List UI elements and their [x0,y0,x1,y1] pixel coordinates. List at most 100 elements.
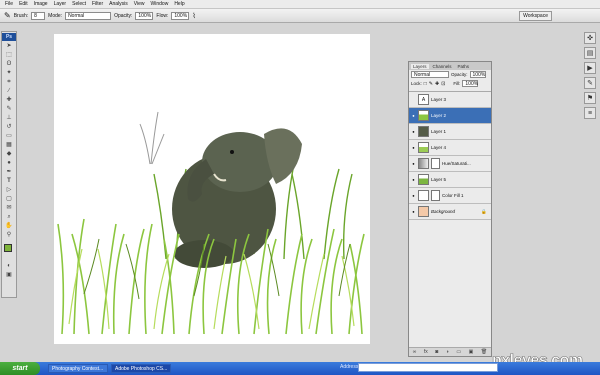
layer-name: Background [431,209,456,214]
path-select-tool-icon[interactable]: ▷ [3,186,15,195]
pen-tool-icon[interactable]: ✒ [3,168,15,177]
add-mask-icon[interactable]: ◙ [435,349,438,355]
marquee-tool-icon[interactable]: ⬚ [3,51,15,60]
address-label: Address [340,364,359,370]
tab-paths[interactable]: Paths [456,64,472,69]
menu-bar: File Edit Image Layer Select Filter Anal… [0,0,600,9]
crop-tool-icon[interactable]: ⌗ [3,78,15,87]
healing-tool-icon[interactable]: ✚ [3,96,15,105]
layer-thumbnail: A [418,94,429,105]
menu-file[interactable]: File [2,1,16,7]
lock-all-icon[interactable]: ⊡ [441,81,445,87]
airbrush-icon[interactable]: ⌇ [192,12,195,20]
gradient-tool-icon[interactable]: ▦ [3,141,15,150]
info-icon[interactable]: ≡ [584,107,596,119]
brushes-icon[interactable]: ⚑ [584,92,596,104]
menu-view[interactable]: View [131,1,148,7]
eye-icon[interactable]: ● [409,113,418,118]
layer-row[interactable]: ● Hue/Saturati... [409,156,491,172]
eraser-tool-icon[interactable]: ▭ [3,132,15,141]
taskbar: start Photography Contest... Adobe Photo… [0,362,600,375]
group-icon[interactable]: ▭ [456,349,461,355]
lock-pixels-icon[interactable]: □ [424,81,427,87]
layer-thumbnail [418,174,429,185]
document-canvas[interactable] [54,34,370,344]
layer-row-selected[interactable]: ● Layer 2 [409,108,491,124]
layer-thumbnail [418,110,429,121]
trash-icon[interactable]: 🗑 [481,349,487,355]
eyedropper-tool-icon[interactable]: ⌕ [3,213,15,222]
layer-row[interactable]: ● Background 🔒 [409,204,491,220]
eye-icon[interactable]: ● [409,145,418,150]
flow-field[interactable]: 100% [171,11,190,20]
screen-mode-icon[interactable]: ▣ [3,271,15,280]
layer-row[interactable]: ● Layer 5 [409,172,491,188]
layer-row[interactable]: A Layer 3 [409,92,491,108]
color-swatches [2,242,16,262]
opacity-field[interactable]: 100% [135,11,154,20]
navigator-icon[interactable]: ✜ [584,32,596,44]
brush-tool-icon-2[interactable]: ✎ [3,105,15,114]
lock-move-icon[interactable]: ✚ [435,81,439,87]
notes-tool-icon[interactable]: ✉ [3,204,15,213]
address-bar[interactable] [358,363,498,372]
menu-window[interactable]: Window [148,1,172,7]
quick-mask-icon[interactable]: ◐ [3,262,15,271]
panel-opacity-field[interactable]: 100% [469,71,486,78]
blend-row: Normal Opacity: 100% [409,70,491,79]
adjustment-layer-icon[interactable]: ◑ [446,349,449,355]
brush-tool-icon[interactable]: ✎ [4,11,11,20]
eye-icon[interactable]: ● [409,209,418,214]
zoom-tool-icon[interactable]: ⚲ [3,231,15,240]
slice-tool-icon[interactable]: ∕ [3,87,15,96]
lock-row: Lock: □ ✎ ✚ ⊡ Fill: 100% [409,79,491,88]
type-tool-icon[interactable]: T [3,177,15,186]
actions-icon[interactable]: ▶ [584,62,596,74]
menu-select[interactable]: Select [69,1,89,7]
stamp-tool-icon[interactable]: ⊥ [3,114,15,123]
dodge-tool-icon[interactable]: ● [3,159,15,168]
menu-help[interactable]: Help [171,1,187,7]
eye-icon[interactable]: ● [409,177,418,182]
move-tool-icon[interactable]: ➤ [3,42,15,51]
menu-filter[interactable]: Filter [89,1,106,7]
magic-wand-tool-icon[interactable]: ✦ [3,69,15,78]
layer-row[interactable]: ● Layer 4 [409,140,491,156]
eye-icon[interactable]: ● [409,193,418,198]
menu-edit[interactable]: Edit [16,1,31,7]
taskbar-item[interactable]: Photography Contest... [48,364,108,373]
hand-tool-icon[interactable]: ✋ [3,222,15,231]
lock-paint-icon[interactable]: ✎ [429,81,433,87]
fill-field[interactable]: 100% [462,80,479,87]
menu-layer[interactable]: Layer [51,1,70,7]
panel-footer: ∞ fx ◙ ◑ ▭ ▣ 🗑 [409,347,491,356]
lasso-tool-icon[interactable]: ʘ [3,60,15,69]
tab-layers[interactable]: Layers [411,63,429,69]
brush-picker[interactable]: 8 [31,11,46,20]
layer-row[interactable]: ● Color Fill 1 [409,188,491,204]
eye-icon[interactable]: ● [409,161,418,166]
history-icon[interactable]: ▤ [584,47,596,59]
workspace-button[interactable]: Workspace [519,11,552,21]
link-layers-icon[interactable]: ∞ [413,349,417,355]
foreground-color-swatch[interactable] [4,244,12,252]
eye-icon[interactable]: ● [409,129,418,134]
start-button[interactable]: start [0,362,40,375]
tool-presets-icon[interactable]: ✎ [584,77,596,89]
menu-analysis[interactable]: Analysis [106,1,131,7]
new-layer-icon[interactable]: ▣ [469,349,474,355]
mode-select[interactable]: Normal [65,11,112,20]
lock-icon: 🔒 [481,208,487,214]
blur-tool-icon[interactable]: ◆ [3,150,15,159]
brush-label: Brush: [13,12,29,19]
shape-tool-icon[interactable]: ▢ [3,195,15,204]
layer-style-icon[interactable]: fx [424,349,428,355]
taskbar-item-active[interactable]: Adobe Photoshop CS... [111,364,171,373]
layer-thumbnail [418,206,429,217]
layer-row[interactable]: ● Layer 1 [409,124,491,140]
tab-channels[interactable]: Channels [431,64,454,69]
menu-image[interactable]: Image [31,1,51,7]
history-brush-tool-icon[interactable]: ↺ [3,123,15,132]
ps-logo: Ps [2,33,16,41]
blend-mode-select[interactable]: Normal [411,71,449,78]
